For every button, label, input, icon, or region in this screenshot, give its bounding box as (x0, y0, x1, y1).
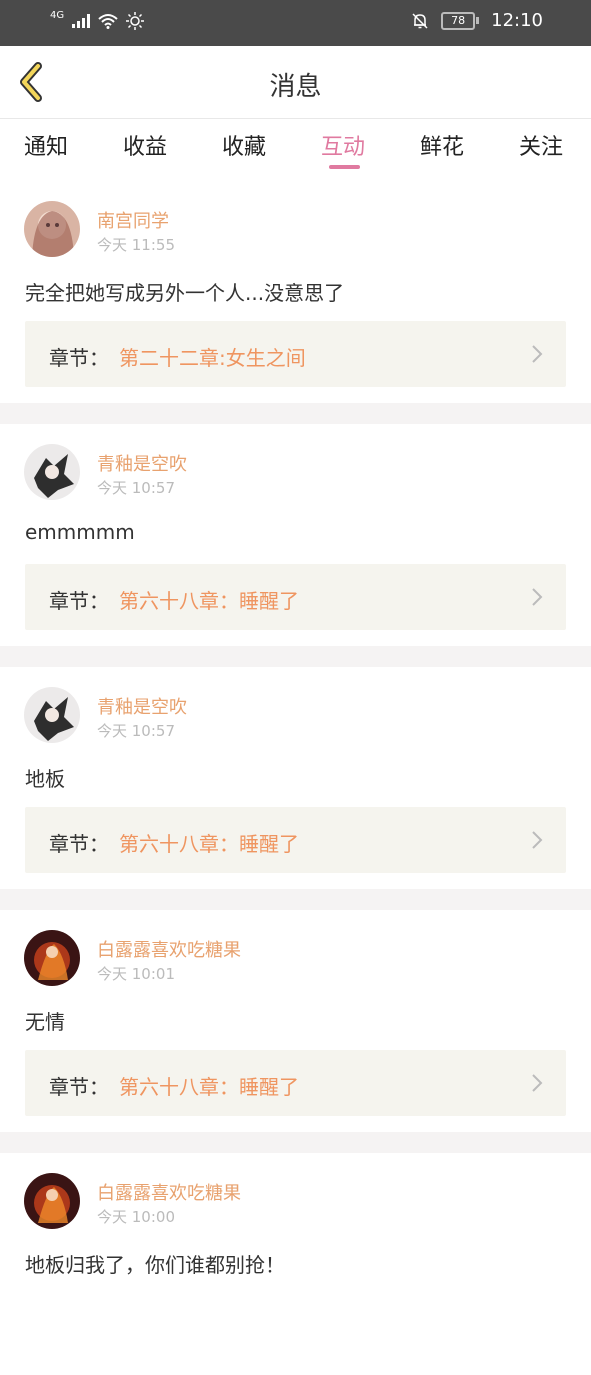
tab-bar: 通知 收益 收藏 互动 鲜花 关注 (0, 119, 591, 181)
chapter-title: 第六十八章：睡醒了 (119, 832, 299, 856)
message-card: 青釉是空吹 今天 10:57 地板 章节： 第六十八章：睡醒了 (0, 667, 591, 910)
chevron-right-icon (532, 1074, 543, 1092)
tab-following[interactable]: 关注 (519, 129, 563, 161)
chapter-label: 章节： (49, 346, 109, 370)
message-card: 青釉是空吹 今天 10:57 emmmmm 章节： 第六十八章：睡醒了 (0, 424, 591, 667)
battery-level: 78 (441, 11, 476, 30)
message-text: 地板 (25, 767, 65, 791)
chapter-title: 第二十二章:女生之间 (119, 346, 306, 370)
chapter-label: 章节： (49, 832, 109, 856)
status-left: 4G (50, 10, 145, 30)
header: 消息 (0, 46, 591, 119)
avatar[interactable] (24, 444, 80, 500)
message-text: 地板归我了，你们谁都别抢！ (25, 1253, 285, 1277)
chapter-label: 章节： (49, 589, 109, 613)
timestamp: 今天 10:57 (97, 479, 175, 497)
chevron-right-icon (532, 345, 543, 363)
timestamp: 今天 10:57 (97, 722, 175, 740)
tab-earnings[interactable]: 收益 (123, 129, 167, 161)
tab-notifications[interactable]: 通知 (24, 129, 68, 161)
chapter-link[interactable]: 章节： 第六十八章：睡醒了 (25, 807, 566, 873)
username[interactable]: 白露露喜欢吃糖果 (97, 1179, 241, 1205)
status-right: 78 12:10 (411, 10, 543, 31)
signal-icon (72, 14, 91, 28)
timestamp: 今天 10:00 (97, 1208, 175, 1226)
clock: 12:10 (491, 10, 543, 31)
chapter-title: 第六十八章：睡醒了 (119, 589, 299, 613)
chevron-right-icon (532, 831, 543, 849)
timestamp: 今天 11:55 (97, 236, 175, 254)
message-text: 完全把她写成另外一个人...没意思了 (25, 281, 345, 305)
chapter-link[interactable]: 章节： 第六十八章：睡醒了 (25, 564, 566, 630)
bell-off-icon (412, 12, 428, 29)
username[interactable]: 南宫同学 (97, 207, 169, 233)
message-text: emmmmm (25, 520, 135, 544)
chapter-label: 章节： (49, 1075, 109, 1099)
brightness-icon (126, 12, 145, 30)
status-bar: 4G 78 12:10 (0, 0, 591, 46)
username[interactable]: 白露露喜欢吃糖果 (97, 936, 241, 962)
battery-icon: 78 (441, 11, 480, 30)
chapter-title: 第六十八章：睡醒了 (119, 1075, 299, 1099)
username[interactable]: 青釉是空吹 (97, 693, 187, 719)
chapter-link[interactable]: 章节： 第六十八章：睡醒了 (25, 1050, 566, 1116)
chevron-right-icon (532, 588, 543, 606)
tab-interaction[interactable]: 互动 (321, 129, 365, 161)
message-text: 无情 (25, 1010, 65, 1034)
page-title: 消息 (269, 72, 322, 102)
active-tab-indicator (329, 165, 360, 169)
chapter-link[interactable]: 章节： 第二十二章:女生之间 (25, 321, 566, 387)
message-card: 白露露喜欢吃糖果 今天 10:00 地板归我了，你们谁都别抢！ (0, 1153, 591, 1375)
tab-favorites[interactable]: 收藏 (222, 129, 266, 161)
network-type: 4G (50, 10, 65, 21)
avatar[interactable] (24, 930, 80, 986)
avatar[interactable] (24, 201, 80, 257)
message-card: 南宫同学 今天 11:55 完全把她写成另外一个人...没意思了 章节： 第二十… (0, 181, 591, 424)
username[interactable]: 青釉是空吹 (97, 450, 187, 476)
tab-flowers[interactable]: 鲜花 (420, 129, 464, 161)
timestamp: 今天 10:01 (97, 965, 175, 983)
message-card: 白露露喜欢吃糖果 今天 10:01 无情 章节： 第六十八章：睡醒了 (0, 910, 591, 1153)
wifi-icon (98, 14, 118, 29)
avatar[interactable] (24, 1173, 80, 1229)
message-list: 南宫同学 今天 11:55 完全把她写成另外一个人...没意思了 章节： 第二十… (0, 181, 591, 1375)
avatar[interactable] (24, 687, 80, 743)
